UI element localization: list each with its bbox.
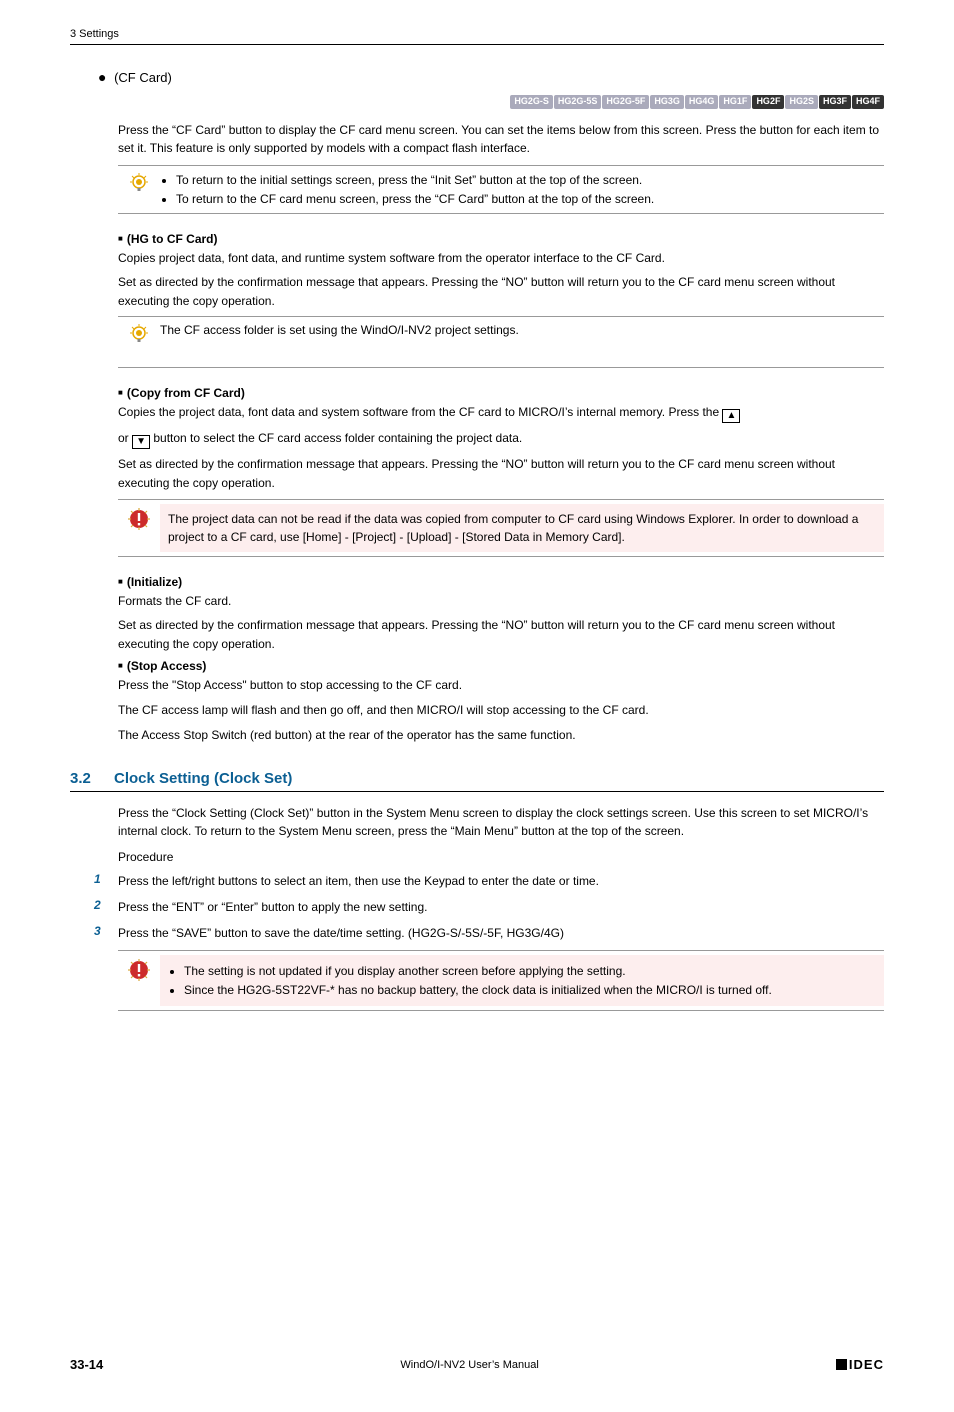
- stop-access-p3: The Access Stop Switch (red button) at t…: [118, 726, 884, 745]
- warn-item: The setting is not updated if you displa…: [184, 962, 876, 980]
- cfcard-title: (CF Card): [114, 70, 172, 85]
- hg-to-cf-p2: Set as directed by the confirmation mess…: [118, 273, 884, 310]
- tip-icon: [127, 323, 151, 347]
- step-number: 2: [94, 898, 118, 916]
- tip-box-1: To return to the initial settings screen…: [118, 165, 884, 214]
- warning-icon: [126, 506, 152, 532]
- step-text: Press the “ENT” or “Enter” button to app…: [118, 898, 884, 916]
- procedure-step: 1Press the left/right buttons to select …: [94, 872, 884, 890]
- tip-item: To return to the CF card menu screen, pr…: [176, 190, 884, 208]
- warn-box-2: The setting is not updated if you displa…: [118, 950, 884, 1011]
- copy-from-heading: ■(Copy from CF Card): [118, 386, 884, 400]
- section-3-2-heading: 3.2 Clock Setting (Clock Set): [70, 770, 884, 792]
- warning-icon: [126, 957, 152, 983]
- logo-text: IDEC: [849, 1357, 884, 1372]
- initialize-heading: ■(Initialize): [118, 575, 884, 589]
- model-badges: HG2G-SHG2G-5SHG2G-5FHG3GHG4GHG1FHG2FHG2S…: [70, 93, 884, 109]
- model-badge: HG4G: [685, 95, 719, 109]
- down-arrow-icon: ▼: [132, 435, 150, 449]
- model-badge: HG3G: [650, 95, 684, 109]
- hg-to-cf-tip: The CF access folder is set using the Wi…: [160, 321, 884, 347]
- copy-from-p2: Set as directed by the confirmation mess…: [118, 455, 884, 492]
- hg-to-cf-p1: Copies project data, font data, and runt…: [118, 249, 884, 268]
- section-number: 3.2: [70, 770, 114, 787]
- step-text: Press the left/right buttons to select a…: [118, 872, 884, 890]
- procedure-step: 2Press the “ENT” or “Enter” button to ap…: [94, 898, 884, 916]
- model-badge: HG3F: [819, 95, 851, 109]
- idec-logo: IDEC: [836, 1357, 884, 1372]
- tip-box-2: The CF access folder is set using the Wi…: [118, 316, 884, 368]
- model-badge: HG2G-5S: [554, 95, 602, 109]
- model-badge: HG2G-S: [510, 95, 553, 109]
- model-badge: HG2G-5F: [602, 95, 649, 109]
- initialize-p1: Formats the CF card.: [118, 592, 884, 611]
- tip-icon: [127, 172, 151, 196]
- model-badge: HG1F: [719, 95, 751, 109]
- warn-box-1: The project data can not be read if the …: [118, 499, 884, 557]
- tip-item: To return to the initial settings screen…: [176, 171, 884, 189]
- procedure-step: 3Press the “SAVE” button to save the dat…: [94, 924, 884, 942]
- model-badge: HG4F: [852, 95, 884, 109]
- warn-item: Since the HG2G-5ST22VF-* has no backup b…: [184, 981, 876, 999]
- stop-access-p1: Press the "Stop Access" button to stop a…: [118, 676, 884, 695]
- clock-warn-list: The setting is not updated if you displa…: [168, 962, 876, 999]
- clock-intro: Press the “Clock Setting (Clock Set)” bu…: [118, 804, 884, 840]
- chapter-header: 3 Settings: [70, 28, 884, 45]
- model-badge: HG2F: [752, 95, 784, 109]
- step-text: Press the “SAVE” button to save the date…: [118, 924, 884, 942]
- procedure-label: Procedure: [118, 850, 884, 864]
- hg-to-cf-heading: ■(HG to CF Card): [118, 232, 884, 246]
- tip-list-1: To return to the initial settings screen…: [160, 171, 884, 208]
- copy-from-p1b: or ▼ button to select the CF card access…: [118, 429, 884, 449]
- copy-from-warn: The project data can not be read if the …: [160, 504, 884, 552]
- logo-square-icon: [836, 1359, 847, 1370]
- copy-from-p1: Copies the project data, font data and s…: [118, 403, 884, 423]
- cfcard-heading: ● (CF Card): [98, 69, 884, 85]
- page-footer: 33-14 WindO/I-NV2 User’s Manual IDEC: [70, 1351, 884, 1372]
- stop-access-p2: The CF access lamp will flash and then g…: [118, 701, 884, 720]
- step-number: 3: [94, 924, 118, 942]
- page-number: 33-14: [70, 1357, 103, 1372]
- model-badge: HG2S: [785, 95, 818, 109]
- step-number: 1: [94, 872, 118, 890]
- cfcard-intro: Press the “CF Card” button to display th…: [118, 121, 884, 157]
- stop-access-heading: ■(Stop Access): [118, 659, 884, 673]
- manual-title: WindO/I-NV2 User’s Manual: [400, 1359, 538, 1371]
- bullet-icon: ●: [98, 69, 106, 85]
- section-title: Clock Setting (Clock Set): [114, 770, 292, 787]
- up-arrow-icon: ▲: [722, 409, 740, 423]
- initialize-p2: Set as directed by the confirmation mess…: [118, 616, 884, 653]
